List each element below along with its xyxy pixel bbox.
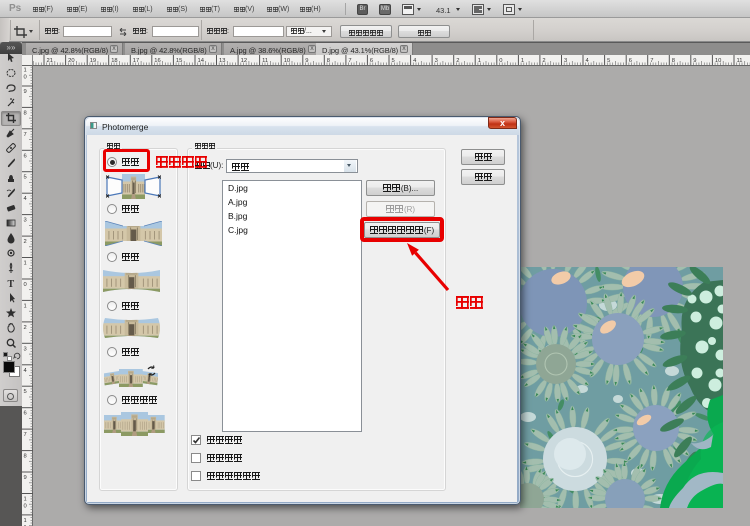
- svg-text:15: 15: [176, 58, 182, 64]
- svg-text:12: 12: [241, 58, 247, 64]
- svg-text:10: 10: [284, 58, 290, 64]
- svg-text:1: 1: [478, 58, 481, 64]
- svg-text:5: 5: [607, 58, 610, 64]
- svg-text:11: 11: [262, 58, 268, 64]
- svg-text:2: 2: [24, 239, 27, 245]
- svg-text:0: 0: [24, 75, 27, 81]
- svg-text:1: 1: [24, 68, 27, 74]
- svg-text:7: 7: [650, 58, 653, 64]
- svg-text:T: T: [8, 279, 15, 290]
- svg-text:8: 8: [24, 454, 27, 460]
- svg-text:14: 14: [198, 58, 205, 64]
- svg-text:1: 1: [24, 518, 27, 524]
- svg-text:7: 7: [24, 132, 27, 138]
- svg-text:9: 9: [305, 58, 308, 64]
- svg-text:6: 6: [24, 153, 27, 159]
- svg-text:20: 20: [68, 58, 74, 64]
- svg-text:1: 1: [24, 497, 27, 503]
- svg-text:8: 8: [327, 58, 330, 64]
- svg-text:21: 21: [47, 58, 53, 64]
- svg-text:18: 18: [111, 58, 117, 64]
- svg-text:0: 0: [24, 504, 27, 510]
- svg-text:1: 1: [24, 303, 27, 309]
- svg-text:13: 13: [219, 58, 225, 64]
- svg-text:3: 3: [24, 346, 27, 352]
- svg-text:2: 2: [456, 58, 459, 64]
- svg-text:0: 0: [24, 282, 27, 288]
- svg-text:1: 1: [521, 58, 524, 64]
- svg-text:5: 5: [24, 389, 27, 395]
- svg-text:16: 16: [154, 58, 160, 64]
- svg-text:8: 8: [672, 58, 675, 64]
- svg-text:19: 19: [90, 58, 96, 64]
- svg-text:9: 9: [693, 58, 696, 64]
- svg-text:1: 1: [24, 261, 27, 267]
- svg-text:17: 17: [133, 58, 139, 64]
- svg-text:5: 5: [24, 175, 27, 181]
- svg-text:10: 10: [715, 58, 721, 64]
- svg-text:2: 2: [24, 325, 27, 331]
- svg-text:11: 11: [737, 58, 743, 64]
- svg-text:5: 5: [392, 58, 395, 64]
- svg-text:9: 9: [24, 89, 27, 95]
- svg-text:2: 2: [542, 58, 545, 64]
- svg-text:3: 3: [24, 218, 27, 224]
- svg-text:6: 6: [629, 58, 632, 64]
- svg-text:6: 6: [24, 411, 27, 417]
- svg-text:8: 8: [24, 110, 27, 116]
- svg-text:3: 3: [435, 58, 438, 64]
- svg-text:6: 6: [370, 58, 373, 64]
- svg-text:0: 0: [499, 58, 502, 64]
- svg-text:7: 7: [348, 58, 351, 64]
- svg-text:9: 9: [24, 475, 27, 481]
- svg-text:3: 3: [564, 58, 567, 64]
- svg-text:7: 7: [24, 432, 27, 438]
